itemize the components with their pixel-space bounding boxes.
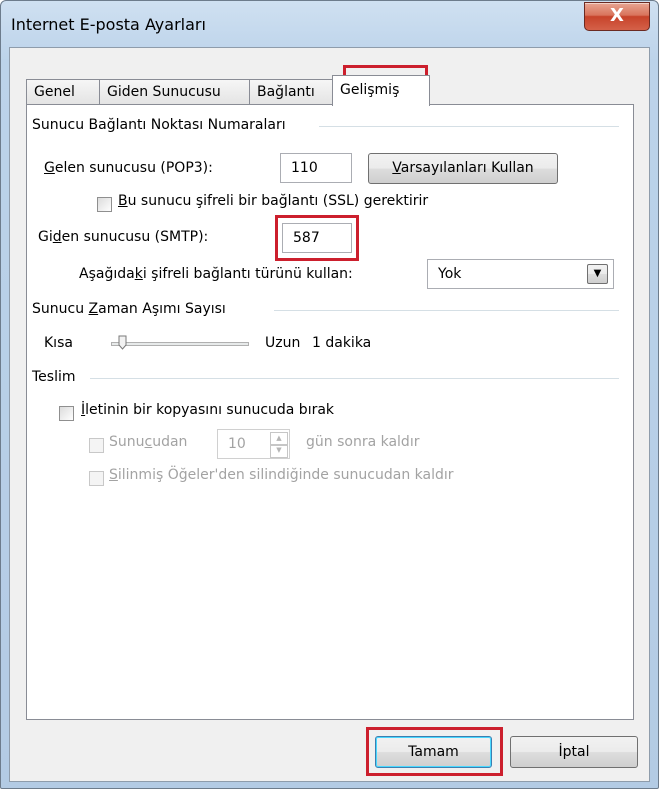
leave-copy-checkbox[interactable] <box>59 406 74 421</box>
highlight-ok-button <box>366 727 503 776</box>
remove-after-checkbox[interactable] <box>89 438 104 453</box>
ports-group-label: Sunucu Bağlantı Noktası Numaraları <box>32 117 286 133</box>
use-defaults-button[interactable]: Varsayılanları Kullan <box>368 153 558 184</box>
ports-group-divider <box>319 126 619 127</box>
encryption-type-label: Aşağıdaki şifreli bağlantı türünü kullan… <box>79 266 353 282</box>
tab-giden-sunucusu[interactable]: Giden Sunucusu <box>99 79 250 105</box>
ssl-incoming-label: Bu sunucu şifreli bir bağlantı (SSL) ger… <box>118 193 429 209</box>
outgoing-server-label: Giden sunucusu (SMTP): <box>38 229 209 245</box>
leave-copy-label: İletinin bir kopyasını sunucuda bırak <box>81 402 335 418</box>
spin-down-icon[interactable]: ▼ <box>270 444 288 458</box>
timeout-group-divider <box>274 310 619 311</box>
window-title: Internet E-posta Ayarları <box>11 15 206 34</box>
tab-gelismis[interactable]: Gelişmiş <box>332 75 430 106</box>
timeout-slider-track[interactable] <box>111 342 249 346</box>
timeout-value: 1 dakika <box>312 335 372 351</box>
tab-panel-gelismis: Sunucu Bağlantı Noktası Numaraları Gelen… <box>26 104 634 720</box>
chevron-down-icon[interactable]: ▼ <box>587 264 608 284</box>
close-button[interactable]: X <box>584 2 650 31</box>
remove-deleted-checkbox[interactable] <box>89 471 104 486</box>
ssl-incoming-checkbox[interactable] <box>97 197 112 212</box>
days-input[interactable]: 10 ▲ ▼ <box>217 429 290 459</box>
days-value: 10 <box>228 436 246 452</box>
title-bar[interactable]: Internet E-posta Ayarları X <box>1 1 658 47</box>
cancel-button[interactable]: İptal <box>510 736 638 768</box>
encryption-type-value: Yok <box>438 266 462 282</box>
days-suffix-label: gün sonra kaldır <box>306 434 420 450</box>
delivery-group-label: Teslim <box>32 369 76 385</box>
tab-baglanti[interactable]: Bağlantı <box>249 79 335 105</box>
remove-after-label: Sunucudan <box>109 434 188 450</box>
slider-long-label: Uzun <box>265 335 301 351</box>
timeout-group-label: Sunucu Zaman Aşımı Sayısı <box>32 301 226 317</box>
dialog-client: Genel Giden Sunucusu Bağlantı Gelişmiş S… <box>9 47 650 782</box>
dialog-window: Internet E-posta Ayarları X Genel Giden … <box>0 0 659 789</box>
slider-short-label: Kısa <box>44 335 73 351</box>
encryption-type-select[interactable]: Yok ▼ <box>427 259 614 289</box>
remove-deleted-label: Silinmiş Öğeler'den silindiğinde sunucud… <box>109 467 454 483</box>
incoming-port-input[interactable]: 110 <box>280 153 352 183</box>
timeout-slider-thumb[interactable] <box>118 335 127 350</box>
incoming-server-label: Gelen sunucusu (POP3): <box>44 160 213 176</box>
highlight-smtp-port <box>275 215 359 261</box>
tab-genel[interactable]: Genel <box>26 79 100 105</box>
delivery-group-divider <box>90 378 619 379</box>
